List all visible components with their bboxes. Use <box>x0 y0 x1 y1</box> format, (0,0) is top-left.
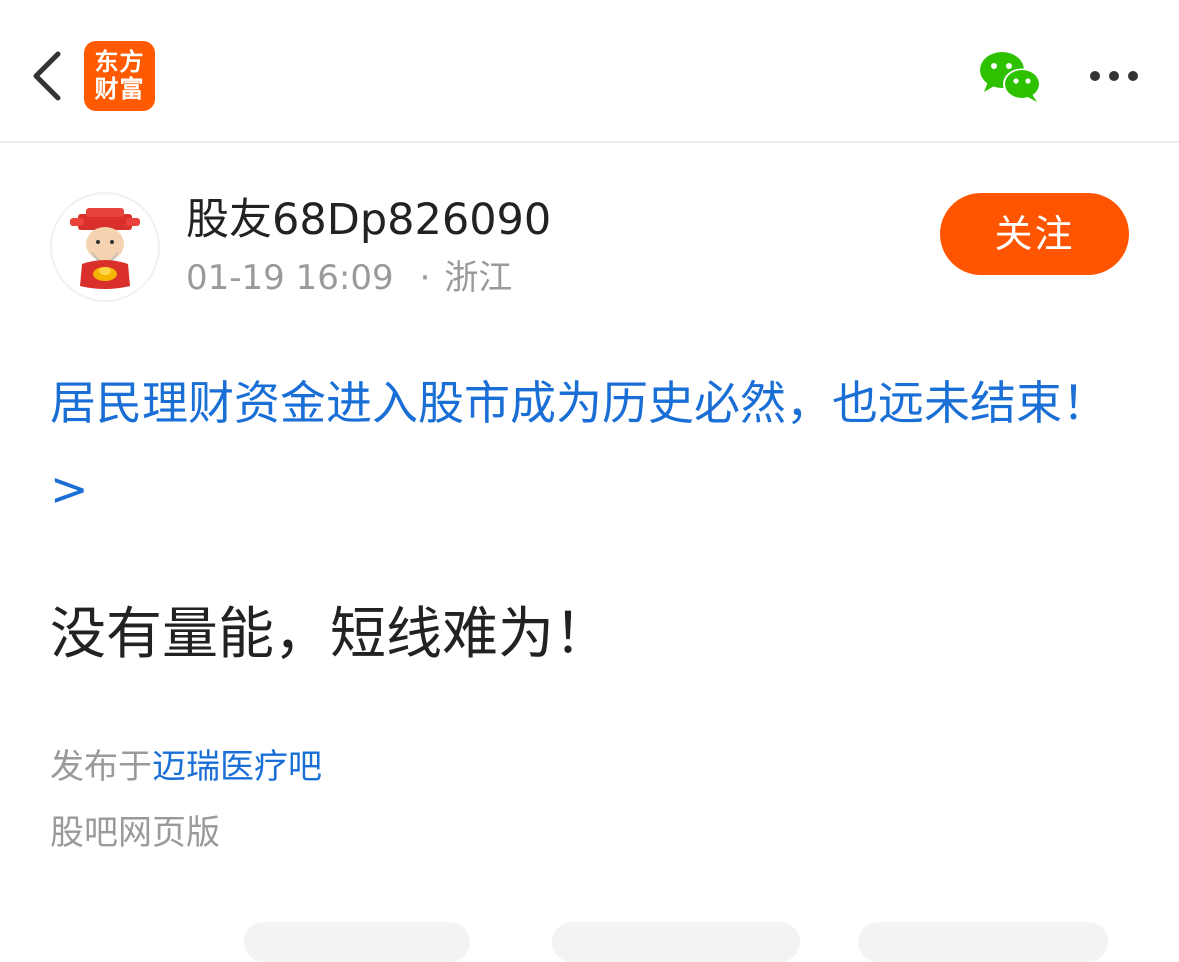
back-button[interactable] <box>24 46 72 106</box>
web-version-link[interactable]: 股吧网页版 <box>50 810 220 856</box>
logo-line-1: 东方 <box>94 48 145 76</box>
god-of-wealth-avatar-icon <box>70 208 140 289</box>
follow-button[interactable]: 关注 <box>940 193 1129 275</box>
published-prefix: 发布于 <box>50 747 152 787</box>
related-topic-link[interactable]: 居民理财资金进入股市成为历史必然，也远未结束！ > <box>50 360 1135 532</box>
post-location: 浙江 <box>444 258 513 298</box>
avatar[interactable] <box>50 192 160 302</box>
post-meta: 01-19 16:09 · 浙江 <box>186 256 512 300</box>
top-bar: 东方 财富 <box>0 0 1179 143</box>
published-in: 发布于迈瑞医疗吧 <box>50 744 322 790</box>
post-time: 01-19 16:09 <box>186 258 394 298</box>
wechat-share-button[interactable] <box>978 50 1044 104</box>
author-name[interactable]: 股友68Dp826090 <box>186 192 551 248</box>
stock-bar-link[interactable]: 迈瑞医疗吧 <box>152 747 322 787</box>
author-row: 股友68Dp826090 01-19 16:09 · 浙江 关注 <box>50 192 1130 302</box>
action-pill[interactable] <box>552 922 800 962</box>
post-content: 没有量能，短线难为！ <box>50 602 610 667</box>
action-pill[interactable] <box>858 922 1108 962</box>
meta-separator: · <box>419 258 431 298</box>
more-options-button[interactable] <box>1086 60 1142 92</box>
action-pill[interactable] <box>244 922 470 962</box>
more-dots-icon <box>1090 71 1138 81</box>
back-arrow-icon <box>33 51 61 101</box>
wechat-icon <box>980 52 1041 102</box>
app-logo: 东方 财富 <box>84 41 155 111</box>
logo-line-2: 财富 <box>94 75 145 103</box>
